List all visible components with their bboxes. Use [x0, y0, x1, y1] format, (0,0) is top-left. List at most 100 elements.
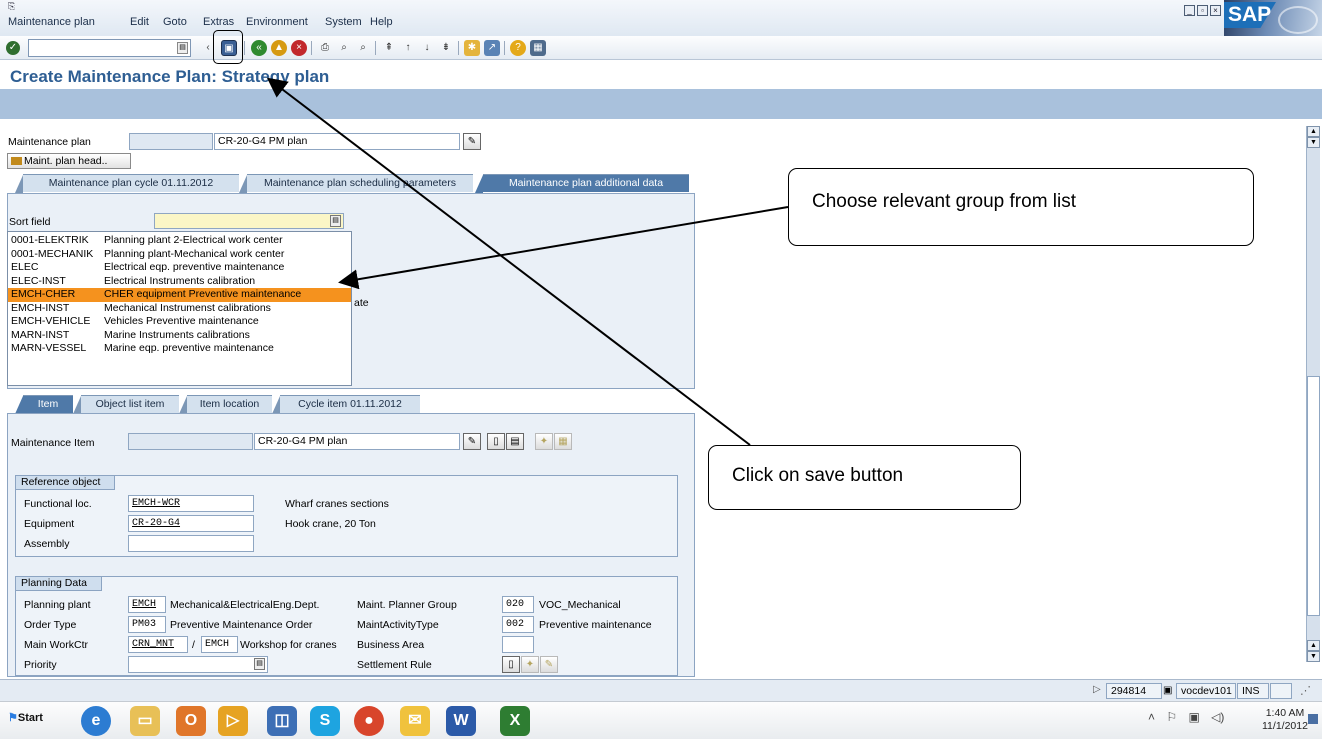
resize-grip-icon[interactable]: ⋰	[1300, 684, 1311, 697]
minimize-icon[interactable]: _	[1184, 5, 1195, 16]
tab-cycle-item[interactable]: Cycle item 01.11.2012	[272, 395, 420, 414]
help-icon[interactable]: ?	[510, 40, 526, 56]
menu-extras[interactable]: Extras	[203, 16, 234, 28]
tab-object-list-item[interactable]: Object list item	[73, 395, 179, 414]
maximize-icon[interactable]: ▫	[1197, 5, 1208, 16]
last-page-icon[interactable]: ⇟	[438, 40, 454, 56]
menu-help[interactable]: Help	[370, 16, 393, 28]
toolbar-separator	[244, 41, 245, 55]
edit-long-text-icon[interactable]: ✎	[463, 433, 481, 450]
show-desktop-icon[interactable]	[1308, 714, 1318, 724]
start-button[interactable]: ⚑Start	[8, 711, 43, 724]
action-center-flag-icon[interactable]: ⚐	[1166, 710, 1177, 724]
next-page-icon[interactable]: ↓	[419, 40, 435, 56]
create-session-icon[interactable]: ✱	[464, 40, 480, 56]
taskbar-clock[interactable]: 1:40 AM 11/1/2012	[1262, 707, 1308, 733]
cancel-icon[interactable]: ×	[291, 40, 307, 56]
scroll-thumb[interactable]	[1307, 376, 1320, 616]
order-type-field[interactable]: PM03	[128, 616, 166, 633]
customize-layout-icon[interactable]: ▦	[530, 40, 546, 56]
maintenance-plan-label: Maintenance plan	[8, 136, 91, 148]
chrome-icon[interactable]: ●	[354, 706, 384, 736]
tab-plan-cycle[interactable]: Maintenance plan cycle 01.11.2012	[15, 174, 239, 193]
enter-icon[interactable]: ✓	[6, 41, 20, 55]
skype-icon[interactable]: S	[310, 706, 340, 736]
remote-desktop-icon[interactable]: ◫	[267, 706, 297, 736]
network-icon[interactable]: ▣	[1188, 710, 1199, 724]
business-area-field[interactable]	[502, 636, 534, 653]
menu-edit[interactable]: Edit	[130, 16, 149, 28]
list-item[interactable]: EMCH-INST Mechanical Instrumenst calibrat…	[8, 302, 351, 316]
command-field-dropdown-icon[interactable]: ▤	[177, 42, 188, 54]
list-item[interactable]: 0001-ELEKTRIK Planning plant 2-Electrical…	[8, 234, 351, 248]
show-hidden-icons-icon[interactable]: ˄	[1148, 710, 1155, 724]
list-item[interactable]: EMCH-VEHICLE Vehicles Preventive maintena…	[8, 315, 351, 329]
list-item[interactable]: ELEC Electrical eqp. preventive maintenan…	[8, 261, 351, 275]
sort-field-label: Sort field	[9, 216, 51, 228]
menu-maintenance-plan[interactable]: Maintenance plan	[8, 16, 95, 28]
system-menu-icon[interactable]: ⎘	[8, 1, 15, 12]
work-center-plant-field[interactable]: EMCH	[201, 636, 238, 653]
callout-save-button: Click on save button	[708, 445, 1021, 510]
find-next-icon[interactable]: ⌕	[355, 40, 371, 56]
maint-plan-header-button[interactable]: Maint. plan head..	[7, 153, 131, 169]
priority-field[interactable]: ▤	[128, 656, 268, 673]
assembly-field[interactable]	[128, 535, 254, 552]
menu-environment[interactable]: Environment	[246, 16, 308, 28]
first-page-icon[interactable]: ⇞	[381, 40, 397, 56]
word-icon[interactable]: W	[446, 706, 476, 736]
main-work-center-field[interactable]: CRN_MNT	[128, 636, 188, 653]
settlement-rule-create-icon[interactable]: ▯	[502, 656, 520, 673]
priority-dropdown-icon[interactable]: ▤	[254, 658, 265, 670]
planner-group-field[interactable]: 020	[502, 596, 534, 613]
vertical-scrollbar[interactable]: ▲ ▼ ▲ ▼	[1306, 126, 1320, 662]
tab-additional-data[interactable]: Maintenance plan additional data	[475, 174, 689, 193]
insert-mode[interactable]: INS	[1237, 683, 1269, 699]
tab-item[interactable]: Item	[15, 395, 73, 414]
sort-field-input[interactable]: ▤	[154, 213, 344, 229]
maintenance-plan-number-field[interactable]	[129, 133, 213, 150]
scroll-up-icon[interactable]: ▲	[1307, 126, 1320, 137]
menu-system[interactable]: System	[325, 16, 362, 28]
file-explorer-icon[interactable]: ▭	[130, 706, 160, 736]
status-expand-icon[interactable]: ▷	[1093, 684, 1101, 695]
list-item[interactable]: 0001-MECHANIK Planning plant-Mechanical w…	[8, 248, 351, 262]
print-icon[interactable]: ⎙	[317, 40, 333, 56]
create-document-icon[interactable]: ▯	[487, 433, 505, 450]
excel-icon[interactable]: X	[500, 706, 530, 736]
scroll-page-down-icon[interactable]: ▲	[1307, 640, 1320, 651]
list-item[interactable]: MARN-VESSEL Marine eqp. preventive mainte…	[8, 342, 351, 356]
find-icon[interactable]: ⌕	[336, 40, 352, 56]
server-info-icon[interactable]: ▣	[1163, 685, 1172, 696]
lotus-notes-icon[interactable]: ✉	[400, 706, 430, 736]
exit-icon[interactable]: ▲	[271, 40, 287, 56]
overview-icon[interactable]: ▤	[506, 433, 524, 450]
tab-scheduling-parameters[interactable]: Maintenance plan scheduling parameters	[239, 174, 473, 193]
activity-type-field[interactable]: 002	[502, 616, 534, 633]
sort-field-dropdown-icon[interactable]: ▤	[330, 215, 341, 227]
volume-icon[interactable]: ◁)	[1211, 710, 1224, 724]
close-icon[interactable]: ×	[1210, 5, 1221, 16]
sort-field-dropdown-list[interactable]: 0001-ELEKTRIK Planning plant 2-Electrical…	[7, 231, 352, 386]
planning-plant-field[interactable]: EMCH	[128, 596, 166, 613]
equipment-field[interactable]: CR-20-G4	[128, 515, 254, 532]
command-field[interactable]: ▤	[28, 39, 191, 57]
previous-page-icon[interactable]: ↑	[400, 40, 416, 56]
back-icon[interactable]: «	[251, 40, 267, 56]
maintenance-item-text-field[interactable]: CR-20-G4 PM plan	[254, 433, 460, 450]
maintenance-plan-text-field[interactable]: CR-20-G4 PM plan	[214, 133, 460, 150]
shortcut-icon[interactable]: ↗	[484, 40, 500, 56]
scroll-down-icon[interactable]: ▼	[1307, 651, 1320, 662]
sap-logon-icon[interactable]: ▷	[218, 706, 248, 736]
functional-loc-field[interactable]: EMCH-WCR	[128, 495, 254, 512]
scroll-page-up-icon[interactable]: ▼	[1307, 137, 1320, 148]
outlook-icon[interactable]: O	[176, 706, 206, 736]
tab-item-location[interactable]: Item location	[179, 395, 272, 414]
edit-long-text-icon[interactable]: ✎	[463, 133, 481, 150]
internet-explorer-icon[interactable]: e	[81, 706, 111, 736]
list-item-selected[interactable]: EMCH-CHER CHER equipment Preventive maint…	[8, 288, 351, 302]
list-item[interactable]: ELEC-INST Electrical Instruments calibrat…	[8, 275, 351, 289]
list-item[interactable]: MARN-INST Marine Instruments calibrations	[8, 329, 351, 343]
maintenance-item-number-field[interactable]	[128, 433, 253, 450]
menu-goto[interactable]: Goto	[163, 16, 187, 28]
